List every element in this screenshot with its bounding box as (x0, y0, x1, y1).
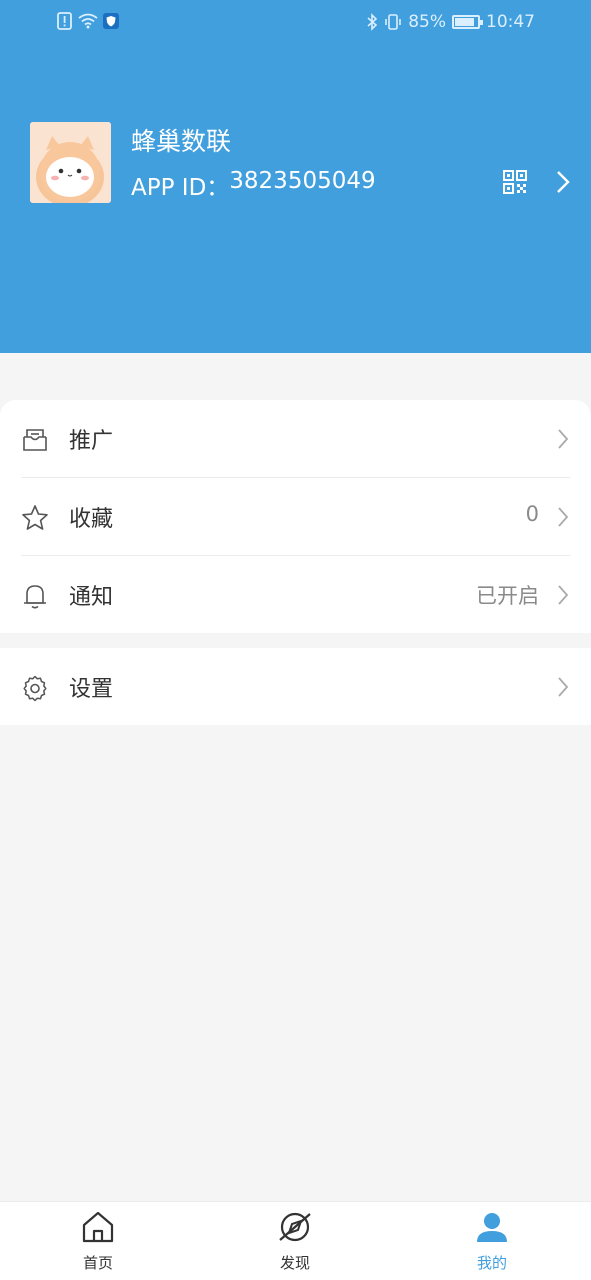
menu-item-label: 设置 (69, 677, 114, 702)
sim-alert-icon (57, 12, 72, 30)
menu-item-favorites[interactable]: 收藏 0 (0, 478, 591, 556)
bluetooth-icon (367, 13, 378, 31)
menu-item-label: 收藏 (69, 507, 114, 532)
menu-item-notifications[interactable]: 通知 已开启 (0, 556, 591, 634)
battery-percent: 85% (408, 12, 446, 32)
status-bar: 85% 10:47 (0, 0, 591, 46)
home-icon (82, 1211, 114, 1243)
shield-app-icon (103, 13, 119, 29)
gear-icon (23, 675, 47, 702)
battery-level (455, 18, 474, 26)
bottom-tab-bar: 首页 发现 我的 (0, 1201, 591, 1280)
tab-discover[interactable]: 发现 (235, 1202, 355, 1280)
chevron-right-icon (558, 585, 569, 605)
tab-label: 首页 (82, 1254, 113, 1272)
user-icon (477, 1213, 507, 1242)
tab-mine[interactable]: 我的 (432, 1202, 552, 1280)
battery-icon (452, 15, 483, 29)
profile-chevron-right-icon[interactable] (555, 170, 571, 194)
chevron-right-icon (558, 429, 569, 449)
menu-item-promote[interactable]: 推广 (0, 400, 591, 478)
menu-card-main: 推广 收藏 0 通知 已开启 (0, 400, 591, 633)
menu-item-label: 推广 (69, 429, 114, 454)
menu-item-label: 通知 (69, 585, 114, 610)
chevron-right-icon (558, 677, 569, 697)
avatar[interactable] (30, 122, 111, 203)
tab-label: 我的 (476, 1254, 507, 1272)
menu-item-settings[interactable]: 设置 (0, 648, 591, 726)
tab-label: 发现 (279, 1254, 310, 1272)
menu-card-settings: 设置 (0, 648, 591, 725)
profile-app-id: APP ID： 3823505049 (131, 168, 376, 202)
star-icon (22, 505, 48, 530)
cat-avatar-icon (30, 122, 111, 203)
profile-name: 蜂巢数联 (131, 127, 232, 156)
profile-header: 85% 10:47 蜂巢数联 APP ID： 3823505049 (0, 0, 591, 353)
compass-icon (279, 1212, 311, 1242)
status-right-icons: 85% 10:47 (366, 11, 535, 33)
inbox-icon (23, 429, 47, 451)
tab-home[interactable]: 首页 (38, 1202, 158, 1280)
status-time: 10:47 (486, 12, 535, 32)
chevron-right-icon (558, 507, 569, 527)
app-id-label: APP ID： (131, 175, 230, 201)
status-left-icons (57, 12, 119, 30)
bell-icon (24, 585, 46, 609)
app-id-value: 3823505049 (229, 168, 376, 194)
qr-code-icon[interactable] (503, 170, 527, 194)
notifications-status: 已开启 (476, 584, 539, 608)
vibrate-icon (385, 14, 402, 30)
wifi-icon (78, 13, 98, 29)
favorites-count: 0 (525, 502, 539, 526)
